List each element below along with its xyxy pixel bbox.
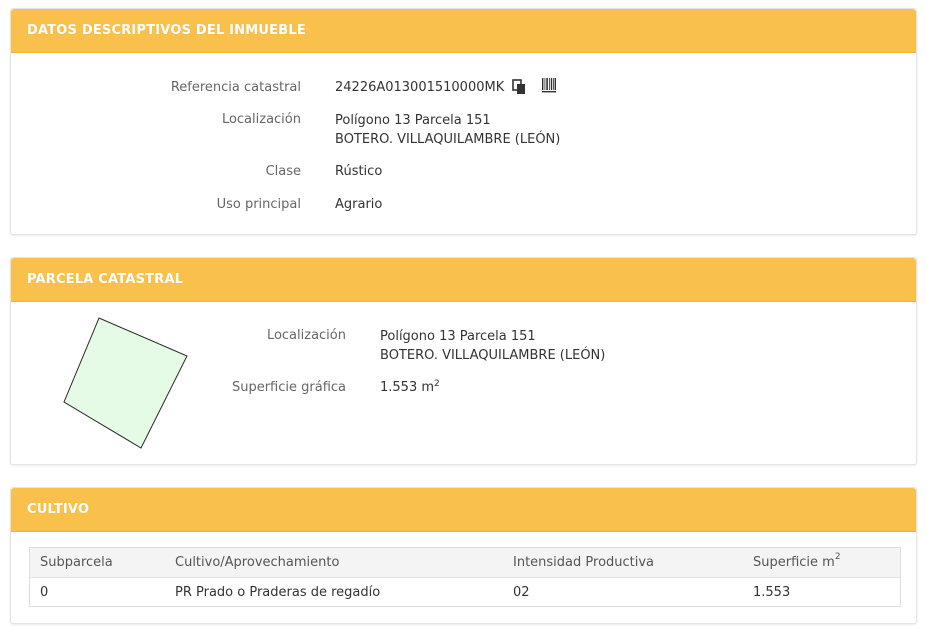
- referencia-catastral-label: Referencia catastral: [170, 80, 301, 95]
- cultivo-table-header-row: Subparcela Cultivo/Aprovechamiento Inten…: [29, 547, 901, 578]
- parcela-catastral-panel: PARCELA CATASTRAL Localización Polígono …: [10, 257, 917, 465]
- parcel-shape: [63, 317, 188, 449]
- uso-principal-label: Uso principal: [216, 197, 301, 212]
- parcela-localizacion-line1: Polígono 13 Parcela 151: [380, 329, 536, 344]
- col-superficie: Superficie m2: [743, 547, 901, 578]
- table-row: 0 PR Prado o Praderas de regadío 02 1.55…: [30, 578, 901, 607]
- col-intensidad: Intensidad Productiva: [503, 547, 743, 578]
- cell-subparcela: 0: [40, 584, 49, 600]
- cell-superficie: 1.553: [753, 584, 791, 600]
- referencia-catastral-value: 24226A013001510000MK: [335, 80, 505, 95]
- parcela-catastral-header: PARCELA CATASTRAL: [11, 258, 916, 302]
- col-cultivo: Cultivo/Aprovechamiento: [165, 547, 503, 578]
- clase-label: Clase: [265, 164, 301, 179]
- col-superficie-text: Superficie m: [753, 555, 835, 570]
- parcel-map[interactable]: [59, 314, 195, 452]
- localizacion-line2: BOTERO. VILLAQUILAMBRE (LEÓN): [335, 132, 561, 147]
- localizacion-label: Localización: [221, 112, 301, 127]
- cell-cultivo: PR Prado o Praderas de regadío: [175, 584, 381, 600]
- copy-icon[interactable]: [512, 79, 526, 95]
- datos-descriptivos-header: DATOS DESCRIPTIVOS DEL INMUEBLE: [11, 9, 916, 53]
- superficie-grafica-exponent: 2: [434, 379, 440, 389]
- cell-intensidad: 02: [513, 584, 530, 600]
- localizacion-line1: Polígono 13 Parcela 151: [335, 113, 491, 128]
- barcode-icon[interactable]: [542, 78, 556, 94]
- cultivo-header: CULTIVO: [11, 488, 916, 532]
- col-subparcela: Subparcela: [29, 547, 165, 578]
- parcela-localizacion-line2: BOTERO. VILLAQUILAMBRE (LEÓN): [380, 348, 606, 363]
- superficie-grafica-value: 1.553 m2: [380, 378, 440, 397]
- clase-value: Rústico: [335, 164, 383, 179]
- parcela-localizacion-label: Localización: [266, 328, 346, 343]
- cultivo-table: Subparcela Cultivo/Aprovechamiento Inten…: [29, 547, 901, 607]
- datos-descriptivos-panel: DATOS DESCRIPTIVOS DEL INMUEBLE Referenc…: [10, 8, 917, 235]
- cultivo-panel: CULTIVO Subparcela Cultivo/Aprovechamien…: [10, 487, 917, 624]
- col-superficie-exponent: 2: [834, 552, 841, 562]
- superficie-grafica-number: 1.553 m: [380, 380, 435, 395]
- uso-principal-value: Agrario: [335, 197, 383, 212]
- superficie-grafica-label: Superficie gráfica: [231, 380, 346, 395]
